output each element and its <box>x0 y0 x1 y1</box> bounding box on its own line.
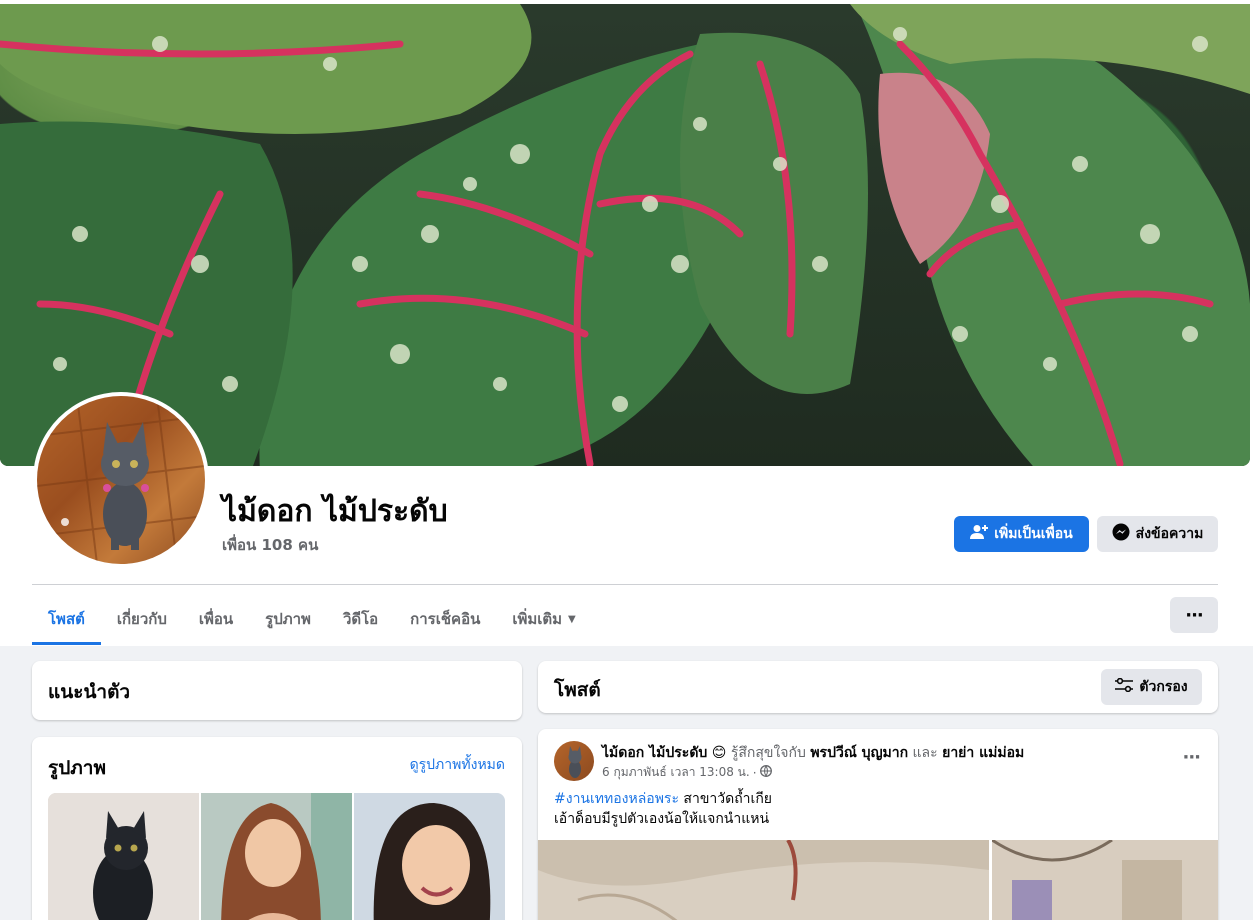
tab-photos[interactable]: รูปภาพ <box>249 593 327 645</box>
globe-icon <box>759 765 772 780</box>
post-options-button[interactable]: ··· <box>1182 747 1200 768</box>
post-header: ไม้ดอก ไม้ประดับ 😊 รู้สึกสุขใจกับ พรปวีณ… <box>602 742 1024 764</box>
post-text-line1: สาขาวัดถ้ำเกีย <box>678 791 773 807</box>
profile-name: ไม้ดอก ไม้ประดับ <box>222 494 448 529</box>
photos-card: รูปภาพ ดูรูปภาพทั้งหมด <box>32 737 522 920</box>
conjunction-text: และ <box>912 745 938 761</box>
tab-label: วิดีโอ <box>342 610 379 628</box>
tab-label: การเช็คอิน <box>410 610 481 628</box>
photo-thumbnail[interactable] <box>354 793 505 920</box>
caret-down-icon: ▼ <box>568 613 576 625</box>
tab-friends[interactable]: เพื่อน <box>183 593 249 645</box>
tab-posts[interactable]: โพสต์ <box>32 593 101 645</box>
add-friend-label: เพิ่มเป็นเพื่อน <box>994 526 1073 542</box>
filter-button[interactable]: ตัวกรอง <box>1101 669 1202 705</box>
meta-separator: · <box>752 765 757 780</box>
send-message-label: ส่งข้อความ <box>1135 526 1204 542</box>
profile-more-button[interactable]: ··· <box>1170 597 1218 633</box>
post-image[interactable] <box>992 840 1218 920</box>
tab-label: เพิ่มเติม <box>512 610 563 628</box>
post-meta: 6 กุมภาพันธ์ เวลา 13:08 น. · <box>602 763 772 782</box>
profile-tabs: โพสต์ เกี่ยวกับ เพื่อน รูปภาพ วิดีโอ การ… <box>32 593 592 645</box>
photo-thumbnail[interactable] <box>201 793 352 920</box>
profile-avatar[interactable] <box>37 396 205 564</box>
send-message-button[interactable]: ส่งข้อความ <box>1097 516 1218 552</box>
filter-label: ตัวกรอง <box>1139 679 1188 695</box>
intro-title: แนะนำตัว <box>48 681 131 703</box>
tagged-person[interactable]: พรปวีณ์ บุญมาก <box>810 745 908 761</box>
photos-title: รูปภาพ <box>48 757 106 779</box>
post-timestamp[interactable]: 6 กุมภาพันธ์ เวลา 13:08 น. <box>602 763 750 782</box>
tab-label: เพื่อน <box>198 610 234 628</box>
posts-header-card: โพสต์ ตัวกรอง <box>538 661 1218 713</box>
tab-more[interactable]: เพิ่มเติม ▼ <box>496 593 591 645</box>
tab-label: เกี่ยวกับ <box>116 610 167 628</box>
feeling-text: รู้สึกสุขใจกับ <box>730 745 806 761</box>
posts-title: โพสต์ <box>554 679 601 701</box>
friends-count[interactable]: เพื่อน 108 คน <box>222 533 318 557</box>
post-image[interactable] <box>538 840 989 920</box>
tab-about[interactable]: เกี่ยวกับ <box>101 593 183 645</box>
filter-icon <box>1115 677 1134 696</box>
header-divider <box>32 584 1218 585</box>
tagged-person[interactable]: ยาย่า แม่ม่อม <box>942 745 1024 761</box>
tab-label: รูปภาพ <box>265 610 311 628</box>
tab-label: โพสต์ <box>48 610 85 628</box>
post-card: ไม้ดอก ไม้ประดับ 😊 รู้สึกสุขใจกับ พรปวีณ… <box>538 729 1218 920</box>
feeling-emoji-icon: 😊 <box>711 745 727 761</box>
post-author-name[interactable]: ไม้ดอก ไม้ประดับ <box>602 745 707 761</box>
post-text: #งานเททองหล่อพระ สาขาวัดถ้ำเกีย เอ้าด็อบ… <box>554 789 772 829</box>
post-text-line2: เอ้าด็อบมีรูปตัวเองน้อให้แจกนำแหน่ <box>554 811 770 827</box>
add-friend-button[interactable]: เพิ่มเป็นเพื่อน <box>954 516 1089 552</box>
see-all-photos-link[interactable]: ดูรูปภาพทั้งหมด <box>410 754 505 776</box>
tab-videos[interactable]: วิดีโอ <box>327 593 394 645</box>
photo-thumbnail[interactable] <box>48 793 199 920</box>
post-author-avatar[interactable] <box>554 741 594 781</box>
intro-card: แนะนำตัว <box>32 661 522 720</box>
add-friend-icon <box>970 524 989 544</box>
post-hashtag[interactable]: #งานเททองหล่อพระ <box>554 791 679 807</box>
messenger-icon <box>1112 523 1130 545</box>
tab-checkins[interactable]: การเช็คอิน <box>394 593 496 645</box>
